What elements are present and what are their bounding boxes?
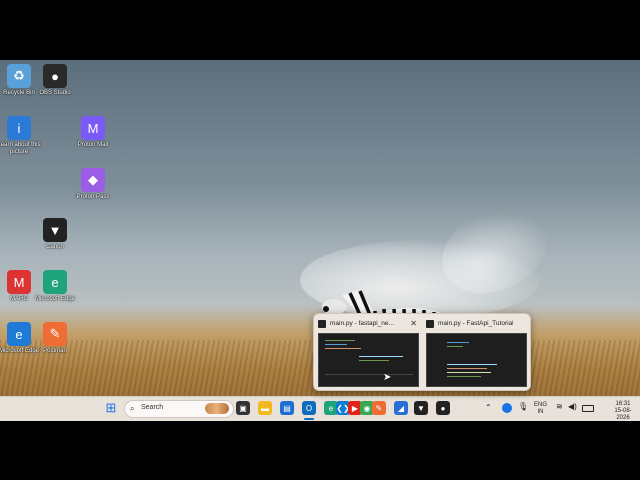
outlook-icon[interactable]: O: [302, 401, 316, 415]
terminal-line: [325, 374, 413, 375]
volume-icon[interactable]: ◀): [568, 403, 577, 411]
language-region: IN: [537, 409, 544, 415]
microsoft-edge-icon: e: [7, 322, 31, 346]
clock-time: 16:31: [615, 401, 631, 407]
preview-window-title: main.py - fastapi_ne...: [330, 320, 394, 327]
code-line: [359, 360, 389, 361]
postman-icon[interactable]: ✎: [372, 401, 386, 415]
code-line: [359, 356, 403, 357]
code-line: [447, 346, 463, 347]
search-highlight-art: [205, 403, 229, 414]
desktop-shortcut[interactable]: e Microsoft Edge: [30, 270, 80, 303]
language-code: ENG: [534, 402, 548, 408]
marg-icon: M: [7, 270, 31, 294]
code-line: [325, 344, 347, 345]
desktop-shortcut[interactable]: ✎ Postman: [30, 322, 80, 355]
search-label: Search: [141, 404, 164, 411]
desktop-shortcut-label: Proton Pass: [76, 194, 110, 200]
postman-icon: ✎: [43, 322, 67, 346]
desktop-shortcut[interactable]: ● OBS Studio: [30, 64, 80, 97]
taskbar-window-preview: main.py - fastapi_ne... ✕ main.py - Fast…: [313, 313, 531, 391]
code-line: [447, 376, 481, 377]
canon-icon[interactable]: ▼: [414, 401, 428, 415]
active-app-indicator: [304, 418, 314, 420]
vscode-window-icon: [318, 320, 326, 328]
learn-about-picture-icon: i: [7, 116, 31, 140]
microphone-icon[interactable]: 🎙: [518, 403, 528, 411]
obs-icon[interactable]: ●: [436, 401, 450, 415]
microsoft-edge-icon: e: [43, 270, 67, 294]
obs-studio-icon: ●: [43, 64, 67, 88]
clock-date: 15-08-2026: [614, 408, 632, 421]
battery-icon[interactable]: [582, 405, 594, 412]
window-thumbnail: [318, 333, 419, 387]
window-thumbnail: [426, 333, 527, 387]
network-tray-icon[interactable]: [502, 403, 512, 413]
desktop-shortcut-label: Proton Mail: [77, 142, 109, 148]
desktop-shortcut-label: Learn about this picture: [0, 142, 41, 155]
store-icon[interactable]: ▤: [280, 401, 294, 415]
language-indicator[interactable]: ENG IN: [534, 402, 547, 416]
taskbar-search[interactable]: ⌕ Search: [124, 400, 234, 418]
proton-pass-icon: ◆: [81, 168, 105, 192]
desktop-shortcut-label: Microsoft Edge: [34, 296, 76, 302]
chevron-up-icon[interactable]: ⌃: [485, 404, 492, 412]
search-icon: ⌕: [130, 404, 135, 413]
canon-icon: ▼: [43, 218, 67, 242]
wifi-icon[interactable]: ≋: [556, 403, 563, 411]
desktop-shortcut[interactable]: ▼ Canon: [30, 218, 80, 251]
mouse-cursor-icon: ➤: [383, 372, 392, 383]
preview-window-1[interactable]: main.py - fastapi_ne... ✕: [316, 316, 419, 387]
recycle-bin-icon: ♻: [7, 64, 31, 88]
code-line: [447, 364, 497, 365]
vscode-window-icon: [426, 320, 434, 328]
start-icon[interactable]: ⊞: [104, 400, 118, 415]
desktop-shortcut-label: Canon: [46, 244, 64, 250]
desktop-shortcut[interactable]: ◆ Proton Pass: [68, 168, 118, 201]
desktop-shortcut[interactable]: i Learn about this picture: [0, 116, 44, 156]
proton-mail-icon: M: [81, 116, 105, 140]
desktop-shortcut[interactable]: M Proton Mail: [68, 116, 118, 149]
close-icon[interactable]: ✕: [410, 319, 417, 328]
preview-window-title: main.py - FastApi_Tutorial...: [438, 320, 513, 327]
code-line: [447, 368, 487, 369]
taskbar: ⌕ Search ⊞ ▣ ▬ ▤ Oe ❮❯ ▶ ◉ ✎ ◢ ▼ ● ⌃ 🎙 ENG IN ≋ ◀) …: [0, 396, 640, 421]
task-view-icon[interactable]: ▣: [236, 401, 250, 415]
code-line: [325, 340, 355, 341]
code-line: [447, 342, 469, 343]
desktop-shortcut-label: OBS Studio: [39, 90, 71, 96]
code-line: [325, 348, 361, 349]
file-explorer-icon[interactable]: ▬: [258, 401, 272, 415]
clock[interactable]: 16:31 15-08-2026: [608, 401, 638, 422]
app-blue-icon[interactable]: ◢: [394, 401, 408, 415]
desktop-shortcut-label: Postman: [43, 348, 67, 354]
code-line: [447, 372, 491, 373]
preview-window-2[interactable]: main.py - FastApi_Tutorial...: [424, 316, 527, 387]
